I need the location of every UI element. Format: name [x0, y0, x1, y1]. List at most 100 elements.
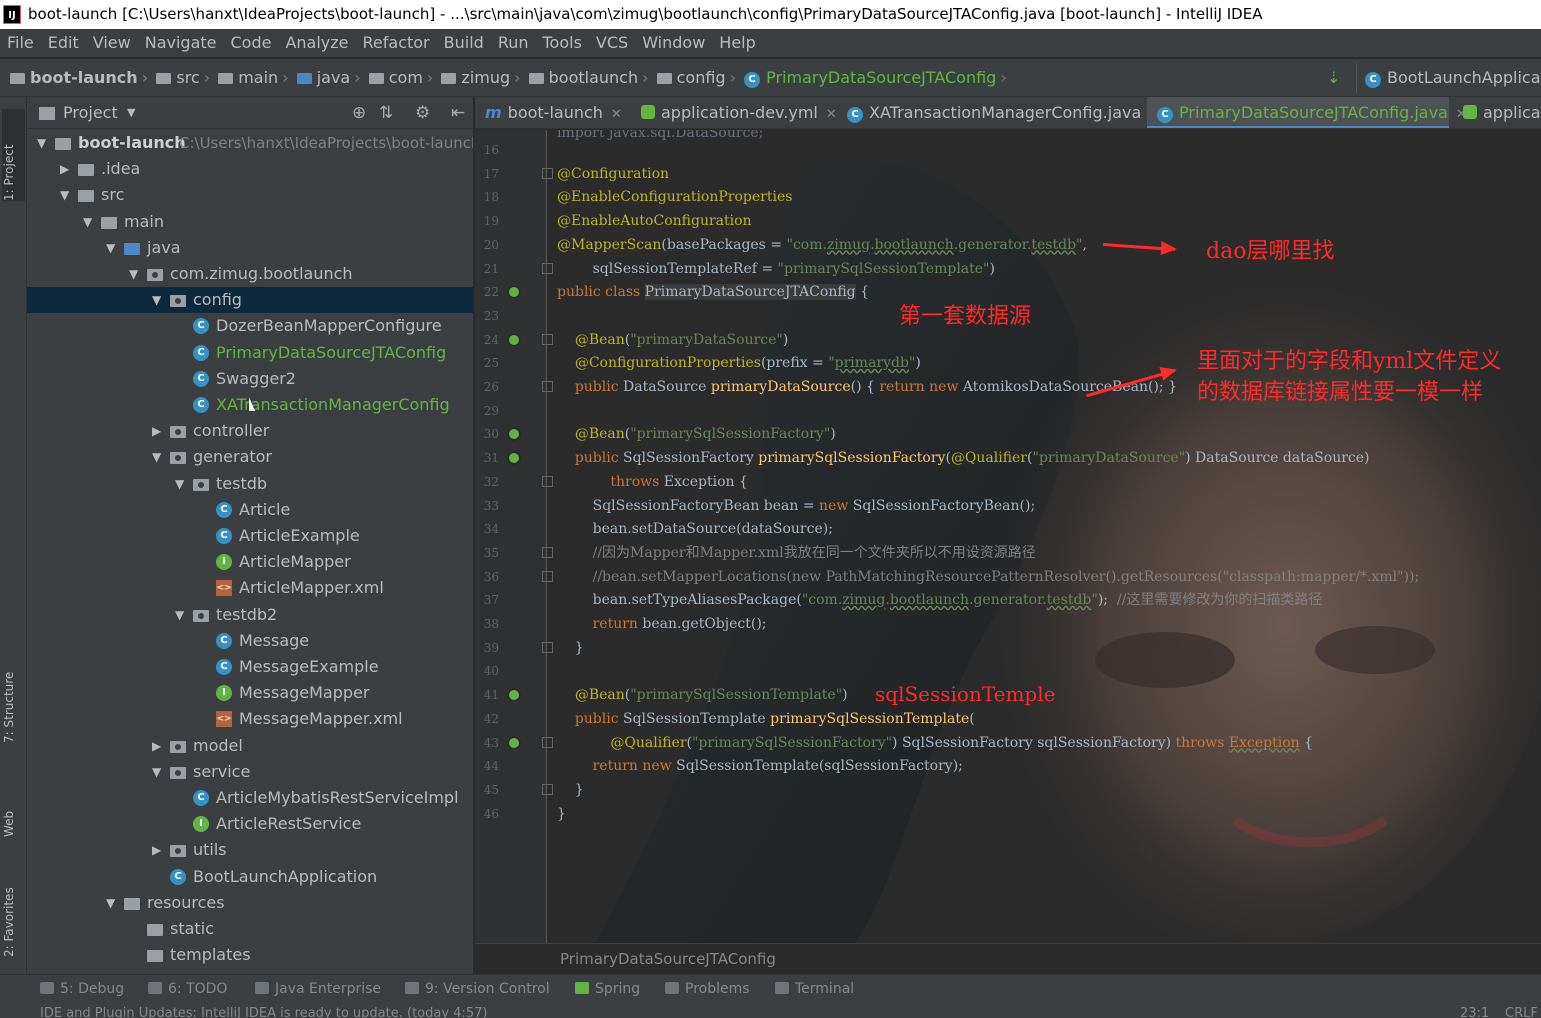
caret-position[interactable]: 23:1	[1460, 1004, 1489, 1018]
chevron-down-icon[interactable]: ▼	[152, 759, 166, 785]
tool-terminal[interactable]: Terminal	[775, 975, 854, 1004]
menu-run[interactable]: Run	[491, 29, 536, 57]
code-editor[interactable]: import javax.sql.DataSource; 16 17 @Configu…	[475, 130, 1541, 943]
spring-bean-gutter-icon[interactable]	[507, 735, 521, 750]
tree-node-class-primary-ds[interactable]: C PrimaryDataSourceJTAConfig	[27, 340, 473, 366]
tree-node-xml-message-mapper[interactable]: <> MessageMapper.xml	[27, 706, 473, 732]
build-run-icon[interactable]: ⇣	[1327, 59, 1340, 96]
editor-breadcrumb-label[interactable]: PrimaryDataSourceJTAConfig	[560, 944, 776, 975]
crumb-class[interactable]: C PrimaryDataSourceJTAConfig ›	[744, 59, 1007, 96]
fold-marker-icon[interactable]	[542, 570, 553, 582]
tree-node-class-message-example[interactable]: C MessageExample	[27, 654, 473, 680]
menu-help[interactable]: Help	[712, 29, 762, 57]
tree-node-class-article-service-impl[interactable]: C ArticleMybatisRestServiceImpl	[27, 785, 473, 811]
spring-bean-gutter-icon[interactable]	[507, 451, 521, 466]
fold-marker-icon[interactable]	[542, 641, 553, 653]
menu-build[interactable]: Build	[437, 29, 491, 57]
tree-node-folder-idea[interactable]: ▶ .idea	[27, 156, 473, 182]
tree-node-class-swagger2[interactable]: C Swagger2	[27, 366, 473, 392]
tab-primarydatasourcejtaconfig[interactable]: C PrimaryDataSourceJTAConfig.java ✕	[1147, 97, 1467, 128]
tool-debug[interactable]: 5: Debug	[40, 975, 124, 1004]
tree-node-package-com-zimug-bootlaunch[interactable]: ▼ com.zimug.bootlaunch	[27, 261, 473, 287]
tree-node-package-service[interactable]: ▼ service	[27, 759, 473, 785]
menu-view[interactable]: View	[86, 29, 138, 57]
menu-refactor[interactable]: Refactor	[356, 29, 437, 57]
tree-node-package-model[interactable]: ▶ model	[27, 733, 473, 759]
line-separator[interactable]: CRLF	[1505, 1004, 1538, 1018]
tree-node-package-config[interactable]: ▼ config	[27, 287, 473, 314]
crumb-bootlaunch[interactable]: bootlaunch ›	[528, 59, 649, 96]
chevron-down-icon[interactable]: ▼	[129, 261, 143, 287]
tree-node-folder-main[interactable]: ▼ main	[27, 209, 473, 235]
tree-node-folder-java[interactable]: ▼ java	[27, 235, 473, 261]
chevron-down-icon[interactable]: ▼	[175, 471, 189, 497]
chevron-right-icon[interactable]: ▶	[60, 156, 74, 182]
project-view-selector[interactable]: Project	[63, 97, 118, 129]
run-configuration-select[interactable]: C BootLaunchApplicatio	[1356, 63, 1541, 93]
menu-analyze[interactable]: Analyze	[278, 29, 355, 57]
locate-icon[interactable]: ⊕	[352, 97, 366, 129]
chevron-right-icon[interactable]: ▶	[152, 837, 166, 863]
menu-edit[interactable]: Edit	[41, 29, 86, 57]
tree-node-class-article[interactable]: C Article	[27, 497, 473, 523]
crumb-java[interactable]: java ›	[296, 59, 361, 96]
hide-panel-icon[interactable]: ⇤	[451, 97, 465, 129]
chevron-down-icon[interactable]: ▼	[127, 97, 135, 129]
fold-marker-icon[interactable]	[542, 262, 553, 274]
tree-node-package-generator[interactable]: ▼ generator	[27, 444, 473, 470]
tab-applicat[interactable]: applicat	[1453, 97, 1541, 128]
tree-node-project-root[interactable]: ▼ boot-launch C:\Users\hanxt\IdeaProjects\…	[27, 130, 473, 156]
status-message[interactable]: IDE and Plugin Updates: IntelliJ IDEA is…	[40, 1004, 487, 1018]
tree-node-package-utils[interactable]: ▶ utils	[27, 837, 473, 863]
fold-marker-icon[interactable]	[542, 783, 553, 795]
menu-file[interactable]: File	[0, 29, 41, 57]
tree-node-folder-templates[interactable]: templates	[27, 942, 473, 968]
crumb-com[interactable]: com ›	[368, 59, 433, 96]
gear-icon[interactable]: ⚙	[415, 97, 430, 129]
spring-bean-gutter-icon[interactable]	[507, 427, 521, 442]
tool-problems[interactable]: Problems	[665, 975, 750, 1004]
fold-marker-icon[interactable]	[542, 167, 553, 179]
crumb-zimug[interactable]: zimug ›	[441, 59, 521, 96]
tree-node-folder-static[interactable]: static	[27, 916, 473, 942]
chevron-down-icon[interactable]: ▼	[37, 130, 51, 156]
tree-node-class-message[interactable]: C Message	[27, 628, 473, 654]
crumb-main[interactable]: main ›	[218, 59, 289, 96]
chevron-down-icon[interactable]: ▼	[106, 235, 120, 261]
chevron-down-icon[interactable]: ▼	[60, 182, 74, 208]
close-icon[interactable]: ✕	[826, 107, 837, 122]
tool-todo[interactable]: 6: TODO	[148, 975, 227, 1004]
spring-bean-gutter-icon[interactable]	[507, 332, 521, 347]
tool-spring[interactable]: Spring	[575, 975, 640, 1004]
menu-navigate[interactable]: Navigate	[138, 29, 224, 57]
chevron-right-icon[interactable]: ▶	[152, 733, 166, 759]
tree-node-xml-article-mapper[interactable]: <> ArticleMapper.xml	[27, 575, 473, 601]
tool-window-project[interactable]: 1: Project	[2, 109, 25, 201]
tool-java-enterprise[interactable]: Java Enterprise	[255, 975, 381, 1004]
chevron-down-icon[interactable]: ▼	[152, 287, 166, 313]
chevron-right-icon[interactable]: ▶	[152, 418, 166, 444]
fold-marker-icon[interactable]	[542, 381, 553, 392]
tab-application-dev-yml[interactable]: application-dev.yml ✕	[631, 97, 837, 128]
tree-node-class-article-example[interactable]: C ArticleExample	[27, 523, 473, 549]
tree-node-interface-article-service[interactable]: I ArticleRestService	[27, 811, 473, 837]
tool-window-structure[interactable]: 7: Structure	[2, 663, 25, 743]
chevron-down-icon[interactable]: ▼	[152, 444, 166, 470]
fold-marker-icon[interactable]	[542, 736, 553, 748]
collapse-all-icon[interactable]: ⇅	[379, 97, 393, 129]
menu-code[interactable]: Code	[224, 29, 279, 57]
spring-bean-gutter-icon[interactable]	[507, 688, 521, 703]
spring-bean-gutter-icon[interactable]	[507, 285, 521, 300]
crumb-boot-launch[interactable]: boot-launch ›	[10, 59, 148, 96]
tree-node-interface-article-mapper[interactable]: I ArticleMapper	[27, 549, 473, 575]
tree-node-folder-resources[interactable]: ▼ resources	[27, 890, 473, 916]
chevron-down-icon[interactable]: ▼	[106, 890, 120, 916]
fold-marker-icon[interactable]	[542, 475, 553, 487]
crumb-src[interactable]: src ›	[156, 59, 210, 96]
tool-version-control[interactable]: 9: Version Control	[405, 975, 550, 1004]
tool-window-web[interactable]: Web	[2, 787, 25, 837]
tree-node-class-boot-launch-app[interactable]: C BootLaunchApplication	[27, 864, 473, 890]
tree-node-folder-src[interactable]: ▼ src	[27, 182, 473, 208]
tree-node-package-testdb[interactable]: ▼ testdb	[27, 471, 473, 497]
tree-node-class-dozer[interactable]: C DozerBeanMapperConfigure	[27, 313, 473, 339]
